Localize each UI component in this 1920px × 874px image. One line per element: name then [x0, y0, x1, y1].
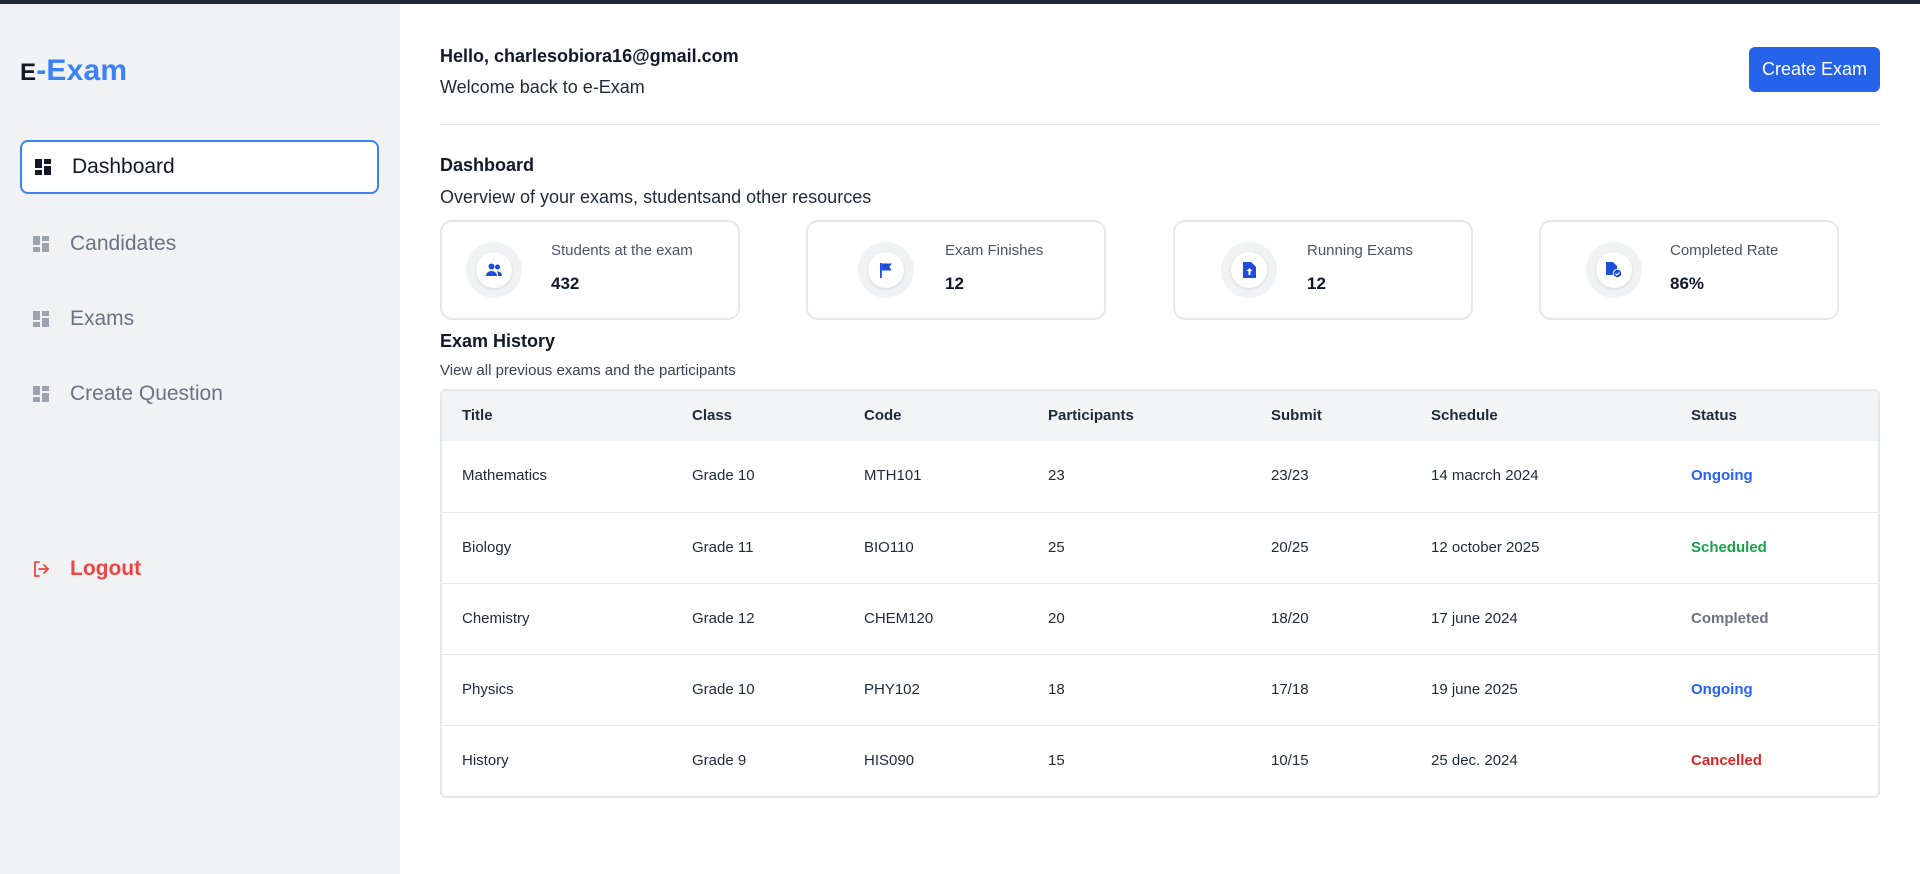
column-header-schedule: Schedule [1431, 407, 1498, 424]
card-value: 86% [1670, 274, 1705, 293]
sidebar-item-label: Create Question [70, 382, 223, 405]
greeting-text: Hello, charlesobiora16@gmail.com [440, 46, 739, 66]
exam-history-subtitle: View all previous exams and the particip… [440, 362, 736, 379]
cell-schedule: 14 macrch 2024 [1431, 467, 1539, 484]
sidebar: E-Exam Dashboard Candidates Exams Create… [0, 4, 400, 874]
cell-schedule: 19 june 2025 [1431, 681, 1518, 698]
column-header-code: Code [864, 407, 902, 424]
cell-title: Physics [462, 681, 514, 698]
sidebar-item-create-question[interactable]: Create Question [20, 367, 379, 421]
dashboard-icon [32, 385, 50, 403]
sidebar-item-exams[interactable]: Exams [20, 292, 379, 346]
stat-card-running-exams: Running Exams 12 [1173, 220, 1473, 320]
cell-title: Mathematics [462, 467, 548, 484]
status-badge: Cancelled [1691, 752, 1762, 769]
cell-code: PHY102 [864, 681, 920, 698]
card-value: 12 [945, 274, 964, 293]
sidebar-item-candidates[interactable]: Candidates [20, 217, 379, 271]
exam-history-title: Exam History [440, 331, 556, 351]
cell-class: Grade 12 [692, 610, 755, 627]
table-row[interactable]: Biology Grade 11 BIO110 25 20/25 12 october 2… [442, 512, 1878, 583]
card-value: 432 [551, 274, 580, 293]
column-header-class: Class [692, 407, 733, 424]
dashboard-icon [34, 158, 52, 176]
users-icon [476, 252, 512, 288]
cell-participants: 18 [1048, 681, 1065, 698]
dashboard-subtitle: Overview of your exams, studentsand othe… [440, 187, 872, 207]
sidebar-item-label: Dashboard [72, 155, 175, 178]
cell-code: BIO110 [864, 539, 914, 556]
table-header: Title Class Code Participants Submit Sch… [442, 391, 1878, 441]
exam-history-table: Title Class Code Participants Submit Sch… [440, 389, 1880, 798]
cell-title: History [462, 752, 509, 769]
stat-card-completed-rate: Completed Rate 86% [1539, 220, 1839, 320]
welcome-text: Welcome back to e-Exam [440, 77, 645, 97]
stat-card-students: Students at the exam 432 [440, 220, 740, 320]
cell-code: CHEM120 [864, 610, 934, 627]
logout-label: Logout [70, 557, 142, 580]
card-label: Running Exams [1307, 242, 1413, 259]
status-badge: Ongoing [1691, 681, 1753, 698]
create-exam-button[interactable]: Create Exam [1749, 47, 1880, 92]
stat-card-exam-finishes: Exam Finishes 12 [806, 220, 1106, 320]
cell-participants: 15 [1048, 752, 1065, 769]
status-badge: Ongoing [1691, 467, 1753, 484]
card-label: Exam Finishes [945, 242, 1044, 259]
table-row[interactable]: Chemistry Grade 12 CHEM120 20 18/20 17 june 2… [442, 583, 1878, 654]
card-label: Students at the exam [551, 242, 693, 259]
column-header-submit: Submit [1271, 407, 1322, 424]
cell-class: Grade 10 [692, 467, 755, 484]
cell-schedule: 25 dec. 2024 [1431, 752, 1518, 769]
cell-submit: 20/25 [1271, 539, 1309, 556]
file-check-icon [1596, 252, 1632, 288]
cell-participants: 25 [1048, 539, 1065, 556]
file-upload-icon [1231, 252, 1267, 288]
flag-icon [868, 252, 904, 288]
cell-submit: 10/15 [1271, 752, 1309, 769]
main-content: Hello, charlesobiora16@gmail.com Welcome… [440, 4, 1880, 874]
app-logo[interactable]: E-Exam [20, 54, 127, 88]
header-divider [440, 124, 1880, 125]
cell-participants: 20 [1048, 610, 1065, 627]
cell-schedule: 17 june 2024 [1431, 610, 1518, 627]
logout-button[interactable]: Logout [20, 542, 379, 596]
cell-participants: 23 [1048, 467, 1065, 484]
cell-submit: 17/18 [1271, 681, 1309, 698]
column-header-title: Title [462, 407, 493, 424]
logout-icon [32, 560, 50, 578]
sidebar-item-label: Candidates [70, 232, 177, 255]
card-value: 12 [1307, 274, 1326, 293]
cell-class: Grade 10 [692, 681, 755, 698]
cell-submit: 18/20 [1271, 610, 1309, 627]
status-badge: Completed [1691, 610, 1769, 627]
cell-title: Chemistry [462, 610, 530, 627]
table-body: Mathematics Grade 10 MTH101 23 23/23 14 macrc… [442, 441, 1878, 796]
cell-schedule: 12 october 2025 [1431, 539, 1540, 556]
dashboard-icon [32, 235, 50, 253]
dashboard-title: Dashboard [440, 155, 535, 175]
sidebar-item-dashboard[interactable]: Dashboard [20, 140, 379, 194]
cell-title: Biology [462, 539, 512, 556]
cell-class: Grade 11 [692, 539, 754, 556]
cell-submit: 23/23 [1271, 467, 1309, 484]
dashboard-icon [32, 310, 50, 328]
column-header-status: Status [1691, 407, 1737, 424]
sidebar-item-label: Exams [70, 307, 135, 330]
table-row[interactable]: Mathematics Grade 10 MTH101 23 23/23 14 macrc… [442, 441, 1878, 512]
status-badge: Scheduled [1691, 539, 1767, 556]
cell-code: HIS090 [864, 752, 915, 769]
card-label: Completed Rate [1670, 242, 1779, 259]
cell-code: MTH101 [864, 467, 922, 484]
cell-class: Grade 9 [692, 752, 747, 769]
table-row[interactable]: History Grade 9 HIS090 15 10/15 25 dec. 2024 C… [442, 725, 1878, 796]
column-header-participants: Participants [1048, 407, 1134, 424]
table-row[interactable]: Physics Grade 10 PHY102 18 17/18 19 june 2025… [442, 654, 1878, 725]
